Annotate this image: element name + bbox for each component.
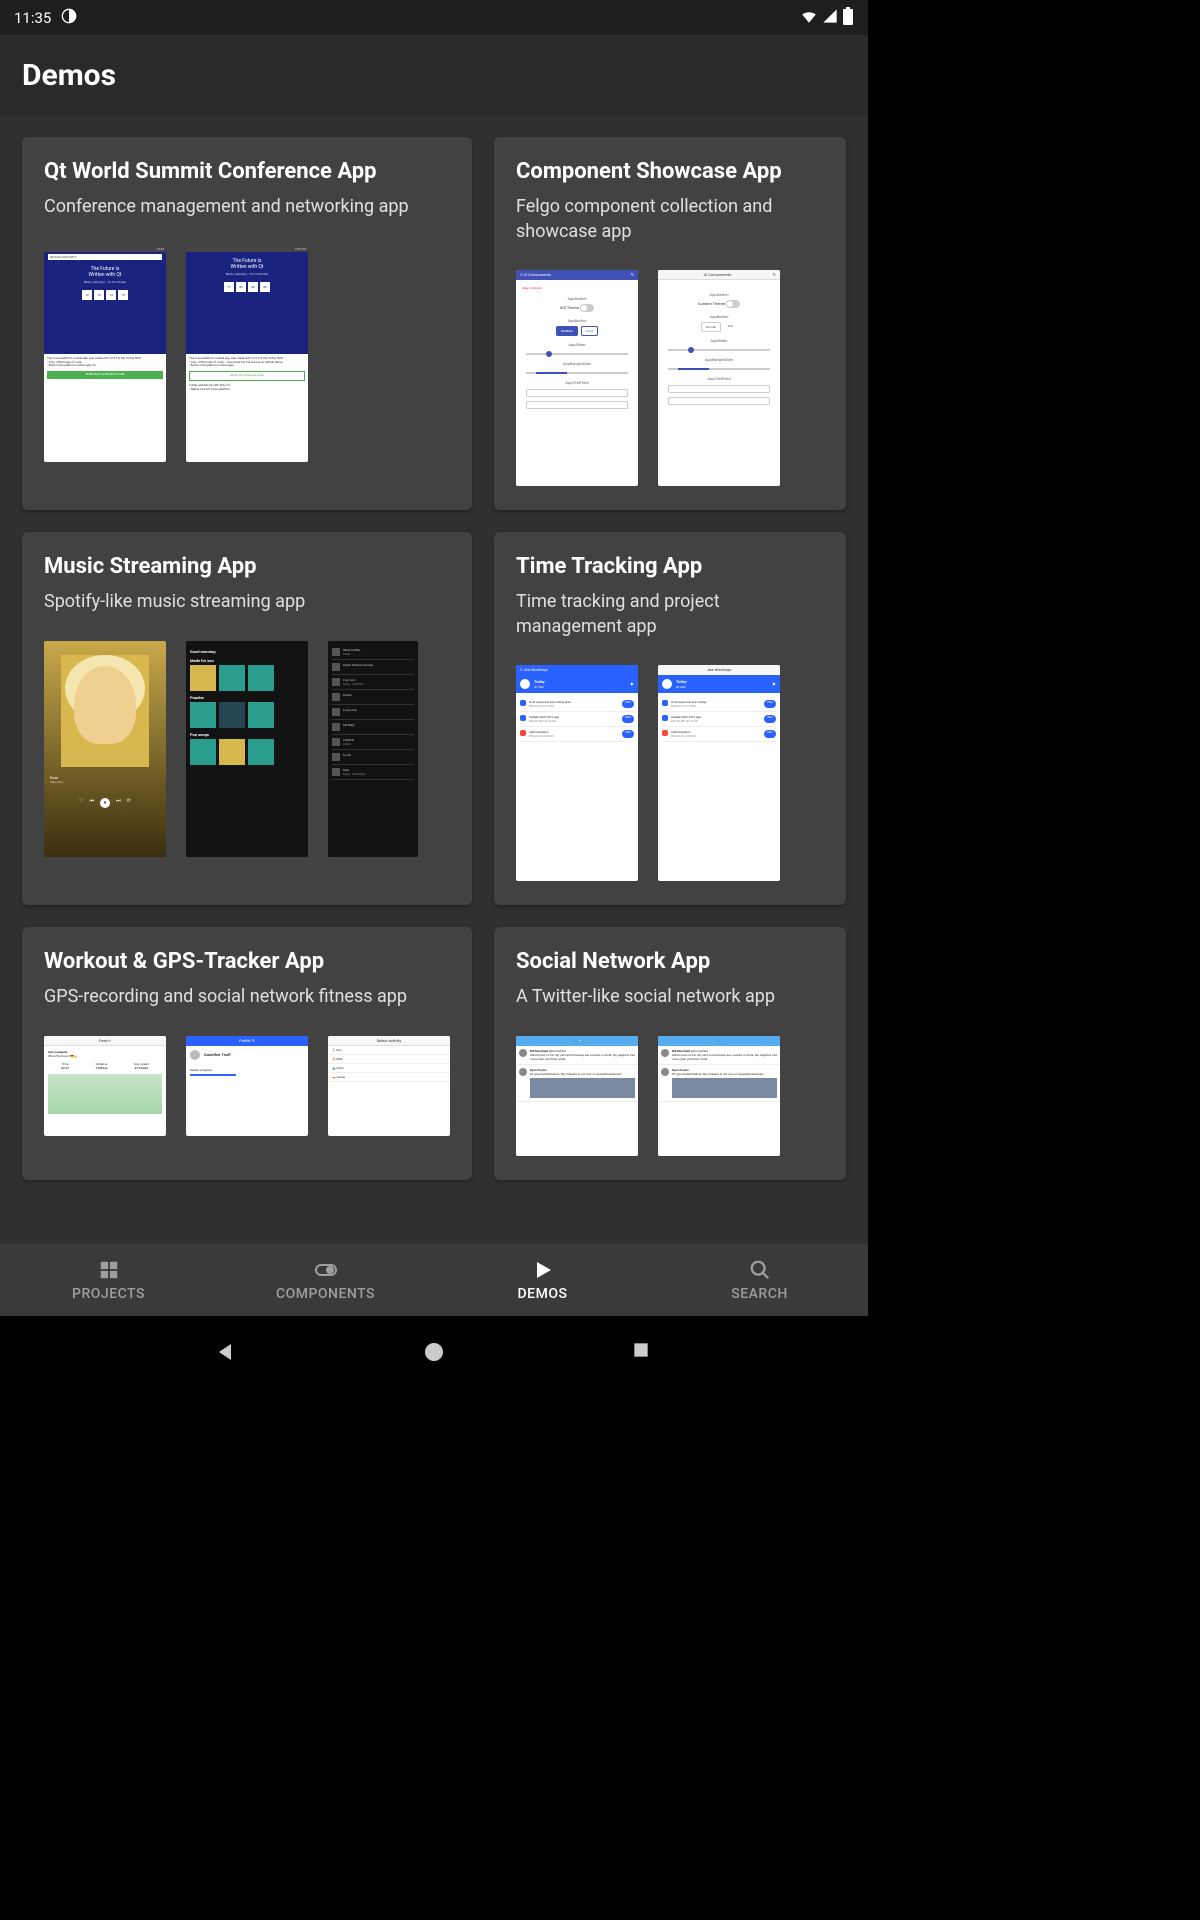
content-area: Qt World Summit Conference App Conferenc… [0, 115, 868, 1246]
app-bar: Demos [0, 35, 868, 115]
card-title: Social Network App [516, 949, 824, 975]
demo-card-qt-world-summit[interactable]: Qt World Summit Conference App Conferenc… [22, 137, 472, 510]
card-desc: Spotify-like music streaming app [44, 590, 450, 614]
thumbnail: Silent CrafterArtist Smart Passive Incom… [328, 641, 418, 857]
thumbnail: 15:45 World Summit 2017 The Future isWri… [44, 246, 166, 462]
nav-demos[interactable]: DEMOS [434, 1244, 651, 1316]
system-nav [0, 1316, 868, 1388]
nav-components[interactable]: COMPONENTS [217, 1244, 434, 1316]
nav-projects[interactable]: PROJECTS [0, 1244, 217, 1316]
status-time: 11:35 [14, 9, 51, 27]
thumbnail: 🐦 + Bill Morefield @bmorefieldWeird snow… [516, 1036, 638, 1156]
nav-label: PROJECTS [72, 1286, 145, 1302]
demo-card-social-network[interactable]: Social Network App A Twitter-like social… [494, 927, 846, 1180]
thumbnail: ≡ Jira Worklogs Today2h 25m▶ Hold awesom… [516, 665, 638, 881]
card-thumbnails: ≡ UI Components✎ Felgo Controls AppSwitc… [516, 270, 824, 486]
card-title: Workout & GPS-Tracker App [44, 949, 450, 975]
card-desc: Felgo component collection and showcase … [516, 195, 824, 244]
thumbnail: 🐦 Bill Morefield @bmorefieldWeird snow s… [658, 1036, 780, 1156]
nav-search[interactable]: SEARCH [651, 1244, 868, 1316]
grid-icon [97, 1258, 121, 1282]
thumbnail: Jira Worklogs Today2h 25m▶ Hold awesome … [658, 665, 780, 881]
nav-label: COMPONENTS [276, 1286, 375, 1302]
recents-button[interactable] [631, 1340, 655, 1364]
wifi-icon [800, 7, 818, 29]
search-icon [748, 1258, 772, 1282]
thumbnail: Select activity 🏃 Run 🚴 Ride 🏊 Swim 🛶 Ca… [328, 1036, 450, 1136]
demo-card-component-showcase[interactable]: Component Showcase App Felgo component c… [494, 137, 846, 510]
thumbnail: ≡ UI Components✎ Felgo Controls AppSwitc… [516, 270, 638, 486]
card-thumbnails: Feed + Alex Leutgoeb Who's the boss? 😎💪 … [44, 1036, 450, 1136]
card-desc: Conference management and networking app [44, 195, 450, 219]
thumbnail: Feed + Alex Leutgoeb Who's the boss? 😎💪 … [44, 1036, 166, 1136]
card-title: Qt World Summit Conference App [44, 159, 450, 185]
demo-card-music-streaming[interactable]: Music Streaming App Spotify-like music s… [22, 532, 472, 905]
thumbnail: 5:56 PM The Future isWritten with Qt Ber… [186, 246, 308, 462]
home-button[interactable] [422, 1340, 446, 1364]
thumbnail: Roar Katy Perry ♡⏮⏸⏭⟳ [44, 641, 166, 857]
bottom-nav: PROJECTS COMPONENTS DEMOS SEARCH [0, 1244, 868, 1316]
battery-icon [842, 7, 854, 29]
thumbnail: Good morning Made for you Popular Pop so… [186, 641, 308, 857]
status-bar: 11:35 [0, 0, 868, 35]
card-desc: Time tracking and project management app [516, 590, 824, 639]
thumbnail: UI Components✎ AppSwitch Custom Theme Ap… [658, 270, 780, 486]
status-app-icon [61, 8, 77, 28]
thumbnail: Profile ✎ Guenther Teufl Weekly progress [186, 1036, 308, 1136]
nav-label: SEARCH [731, 1286, 788, 1302]
card-thumbnails: 15:45 World Summit 2017 The Future isWri… [44, 246, 450, 462]
card-desc: GPS-recording and social network fitness… [44, 985, 450, 1009]
toggle-icon [314, 1258, 338, 1282]
page-title: Demos [22, 58, 116, 93]
card-title: Component Showcase App [516, 159, 824, 185]
card-title: Music Streaming App [44, 554, 450, 580]
back-button[interactable] [213, 1340, 237, 1364]
play-icon [531, 1258, 555, 1282]
signal-icon [822, 8, 838, 28]
demo-card-workout-gps[interactable]: Workout & GPS-Tracker App GPS-recording … [22, 927, 472, 1180]
card-thumbnails: 🐦 + Bill Morefield @bmorefieldWeird snow… [516, 1036, 824, 1156]
demo-card-time-tracking[interactable]: Time Tracking App Time tracking and proj… [494, 532, 846, 905]
card-thumbnails: ≡ Jira Worklogs Today2h 25m▶ Hold awesom… [516, 665, 824, 881]
nav-label: DEMOS [518, 1286, 568, 1302]
card-desc: A Twitter-like social network app [516, 985, 824, 1009]
card-thumbnails: Roar Katy Perry ♡⏮⏸⏭⟳ Good morning Made … [44, 641, 450, 857]
card-title: Time Tracking App [516, 554, 824, 580]
